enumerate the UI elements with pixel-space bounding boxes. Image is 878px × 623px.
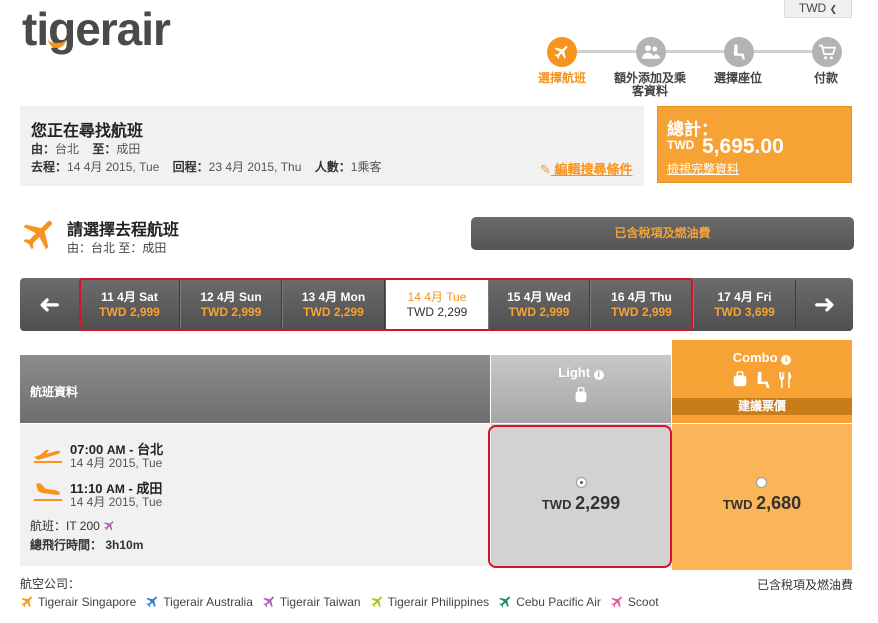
airline-cebu-pacific: Cebu Pacific Air	[498, 594, 601, 609]
flight-number-row: 航班：IT 200	[30, 517, 116, 534]
cart-icon	[812, 37, 842, 67]
to-value: 成田	[116, 142, 141, 156]
date-price: TWD 3,699	[714, 305, 775, 319]
prev-dates-arrow-icon[interactable]: ➜	[22, 278, 77, 331]
info-icon[interactable]: i	[781, 355, 792, 365]
depart-value: 14 4月 2015, Tue	[67, 160, 160, 174]
search-dates: 去程：14 4月 2015, Tue 回程：23 4月 2015, Thu 人數…	[31, 158, 381, 175]
pax-label: 人數：	[314, 160, 351, 174]
total-currency: TWD	[667, 138, 695, 152]
next-dates-arrow-icon[interactable]: ➜	[797, 278, 852, 331]
view-details-link[interactable]: 檢視完整資料	[667, 160, 739, 177]
combo-currency: TWD	[722, 497, 753, 512]
to-label: 至：	[92, 142, 117, 156]
passengers-icon	[636, 37, 666, 67]
flight-number: IT 200	[66, 519, 100, 533]
from-value: 台北	[55, 142, 80, 156]
edit-search-label: 編輯搜尋條件	[554, 162, 633, 177]
from-label: 由：	[31, 142, 56, 156]
light-fare-name-text: Light	[558, 365, 591, 380]
plane-icon	[21, 596, 32, 608]
combo-fare-name-text: Combo	[732, 350, 778, 365]
airline-scoot: Scoot	[610, 594, 659, 609]
date-label: 17 4月 Fri	[717, 290, 772, 304]
plane-icon	[263, 596, 274, 608]
landing-icon	[32, 480, 64, 505]
progress-line	[577, 50, 826, 53]
depart-label: 去程：	[31, 160, 68, 174]
departure-date: 14 4月 2015, Tue	[70, 456, 163, 470]
plane-icon	[611, 596, 622, 608]
plane-icon	[146, 596, 158, 608]
duration-row: 總飛行時間： 3h10m	[30, 536, 143, 553]
meal-icon	[779, 372, 792, 388]
total-amount: 5,695.00	[702, 135, 784, 158]
combo-features	[672, 370, 852, 390]
carry-on-bag-icon	[491, 386, 671, 407]
step-payment[interactable]: 付款	[806, 72, 846, 85]
edit-search-link[interactable]: ✎ 編輯搜尋條件	[540, 159, 633, 178]
seat-icon	[757, 372, 770, 388]
tigerair-logo[interactable]: tigerair	[22, 2, 171, 56]
tax-included-bar: 已含稅項及燃油費	[471, 217, 854, 250]
airline-name: Scoot	[627, 594, 659, 609]
airline-name: Tigerair Australia	[163, 594, 253, 609]
pax-value: 1乘客	[350, 160, 382, 174]
seat-icon	[724, 37, 754, 67]
flight-info-header: 航班資料	[20, 355, 490, 423]
date-cell[interactable]: 17 4月 Fri TWD 3,699	[693, 280, 796, 329]
combo-fare-name: Combo i	[672, 350, 852, 365]
return-value: 23 4月 2015, Thu	[208, 160, 302, 174]
airline-tigerair-taiwan: Tigerair Taiwan	[262, 594, 361, 609]
departure-title: 請選擇去程航班	[67, 222, 180, 239]
light-fare-header: Light i	[491, 355, 671, 423]
light-fare-highlight-frame	[488, 425, 672, 568]
step-select-seat[interactable]: 選擇座位	[706, 72, 770, 85]
light-fare-name: Light i	[491, 365, 671, 380]
airline-legend: Tigerair Singapore Tigerair Australia Ti…	[20, 594, 659, 609]
combo-amount: 2,680	[756, 493, 802, 513]
airline-label: 航空公司：	[20, 577, 81, 591]
currency-selector[interactable]: TWD ❮	[784, 0, 852, 18]
step-select-flight[interactable]: 選擇航班	[532, 72, 592, 85]
airline-tigerair-singapore: Tigerair Singapore	[20, 594, 136, 609]
departure-route: 由：台北 至：成田	[67, 241, 167, 255]
currency-value: TWD	[798, 1, 827, 15]
info-icon[interactable]: i	[593, 370, 604, 380]
flight-label: 航班：	[30, 519, 67, 533]
flight-info-header-label: 航班資料	[30, 385, 79, 399]
recommended-badge: 建議票價	[672, 398, 852, 415]
arrival-date: 14 4月 2015, Tue	[70, 495, 163, 509]
duration-value: 3h10m	[105, 538, 144, 552]
tax-note: 已含稅項及燃油費	[757, 578, 854, 592]
departure-plane-icon	[20, 214, 60, 254]
plane-icon	[370, 596, 382, 608]
duration-label: 總飛行時間：	[30, 538, 103, 552]
combo-fare-price: TWD 2,680	[672, 493, 852, 514]
step-extras-line1: 額外添加及乘	[613, 71, 686, 85]
takeoff-icon	[32, 442, 64, 467]
airline-name: Cebu Pacific Air	[516, 594, 601, 609]
combo-fare-radio[interactable]	[756, 477, 767, 488]
airline-tigerair-australia: Tigerair Australia	[145, 594, 253, 609]
pencil-icon: ✎	[540, 162, 551, 177]
airline-name: Tigerair Philippines	[387, 594, 490, 609]
search-route: 由：台北 至：成田	[31, 140, 140, 157]
airline-tigerair-philippines: Tigerair Philippines	[370, 594, 490, 609]
airline-name: Tigerair Taiwan	[279, 594, 361, 609]
date-highlight-frame	[79, 278, 693, 331]
step-extras-line2: 客資料	[631, 84, 668, 98]
chevron-down-icon: ❮	[829, 4, 838, 14]
plane-icon	[499, 596, 511, 608]
baggage-icon	[733, 371, 747, 387]
tigerair-taiwan-plane-icon	[104, 521, 114, 531]
search-title: 您正在尋找航班	[31, 123, 144, 140]
plane-icon	[547, 37, 577, 67]
return-label: 回程：	[172, 160, 209, 174]
step-extras[interactable]: 額外添加及乘 客資料	[608, 72, 692, 98]
airline-name: Tigerair Singapore	[38, 594, 137, 609]
